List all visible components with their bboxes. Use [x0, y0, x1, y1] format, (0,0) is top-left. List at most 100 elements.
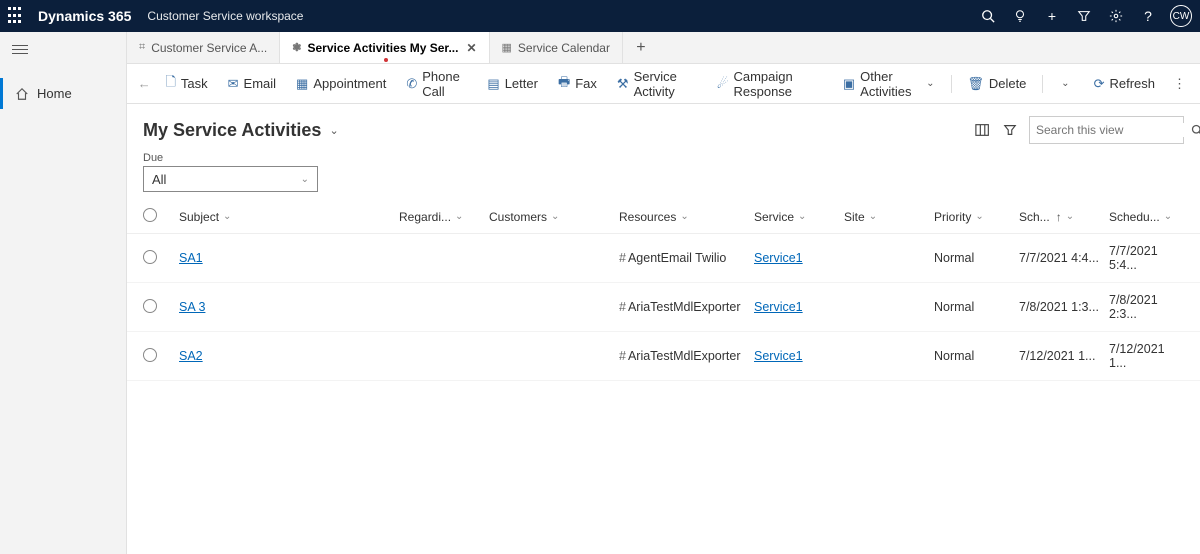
due-select[interactable]: All ⌄ [143, 166, 318, 192]
chevron-down-icon: ⌄ [455, 211, 463, 222]
email-button[interactable]: ✉Email [220, 76, 284, 92]
divider [1042, 75, 1043, 93]
tab-label: Customer Service A... [151, 41, 267, 55]
start-text: 7/8/2021 1:3... [1019, 300, 1099, 314]
tab-customer-service-agent[interactable]: ⌗ Customer Service A... [127, 32, 280, 63]
chevron-down-icon: ⌄ [223, 211, 231, 222]
home-icon [15, 87, 29, 101]
search-icon[interactable] [1191, 124, 1200, 136]
unsaved-indicator [384, 58, 388, 62]
select-all-checkbox[interactable] [143, 208, 157, 222]
sort-asc-icon: ↑ [1056, 210, 1062, 224]
service-link[interactable]: Service1 [754, 300, 803, 314]
resource-text: AriaTestMdlExporter [628, 349, 741, 363]
settings-icon[interactable] [1100, 0, 1132, 32]
user-avatar[interactable]: CW [1170, 5, 1192, 27]
chevron-down-icon: ⌄ [1061, 78, 1069, 89]
chevron-down-icon: ⌄ [1066, 211, 1074, 222]
tab-label: Service Activities My Ser... [307, 41, 458, 55]
column-header-customers[interactable]: Customers⌄ [489, 210, 619, 224]
due-label: Due [143, 152, 1184, 164]
priority-text: Normal [934, 300, 974, 314]
column-header-site[interactable]: Site⌄ [844, 210, 934, 224]
service-link[interactable]: Service1 [754, 349, 803, 363]
chevron-down-icon: ⌄ [1164, 211, 1172, 222]
fax-icon: 🖶 [558, 73, 570, 95]
overflow-button[interactable]: ⋮ [1167, 76, 1192, 92]
priority-text: Normal [934, 349, 974, 363]
column-header-start[interactable]: Sch...↑⌄ [1019, 210, 1109, 224]
table-row[interactable]: SA1 #AgentEmail Twilio Service1 Normal 7… [127, 234, 1200, 283]
hash-icon: # [619, 251, 626, 265]
tab-service-activities[interactable]: ❃ Service Activities My Ser... ✕ [280, 32, 489, 63]
appointment-button[interactable]: ▦Appointment [288, 76, 394, 92]
appointment-icon: ▦ [296, 76, 308, 92]
end-text: 7/7/2021 5:4... [1109, 244, 1158, 272]
letter-button[interactable]: ▤Letter [479, 76, 546, 92]
column-header-end[interactable]: Schedu...⌄ [1109, 210, 1184, 224]
refresh-icon: ⟳ [1094, 76, 1105, 92]
row-select[interactable] [143, 250, 157, 264]
column-header-subject[interactable]: Subject⌄ [179, 210, 399, 224]
hamburger-menu[interactable] [0, 32, 126, 70]
start-text: 7/12/2021 1... [1019, 349, 1095, 363]
search-input-wrapper[interactable] [1029, 116, 1184, 144]
filter-icon[interactable] [1068, 0, 1100, 32]
back-button[interactable]: ← [135, 76, 153, 91]
task-button[interactable]: 🗋Task [157, 73, 215, 95]
table-row[interactable]: SA 3 #AriaTestMdlExporter Service1 Norma… [127, 283, 1200, 332]
edit-columns-icon[interactable] [975, 123, 991, 137]
delete-split-button[interactable]: ⌄ [1051, 78, 1077, 89]
tab-label: Service Calendar [518, 41, 610, 55]
row-select[interactable] [143, 299, 157, 313]
chevron-down-icon: ⌄ [975, 211, 983, 222]
calendar-icon: ▦ [502, 41, 512, 54]
subject-link[interactable]: SA 3 [179, 300, 205, 314]
close-icon[interactable]: ✕ [466, 41, 476, 55]
start-text: 7/7/2021 4:4... [1019, 251, 1099, 265]
column-header-service[interactable]: Service⌄ [754, 210, 844, 224]
column-header-regarding[interactable]: Regardi...⌄ [399, 210, 489, 224]
grid-icon: ⌗ [139, 41, 145, 54]
sidebar-item-label: Home [37, 86, 72, 101]
campaignresponse-button[interactable]: ☄Campaign Response [709, 69, 831, 99]
add-tab-button[interactable]: + [623, 32, 659, 63]
fax-button[interactable]: 🖶Fax [550, 73, 605, 95]
brand-name: Dynamics 365 [38, 8, 131, 24]
filter-icon[interactable] [1003, 123, 1017, 137]
delete-button[interactable]: 🗑Delete [959, 76, 1034, 92]
resource-text: AriaTestMdlExporter [628, 300, 741, 314]
row-select[interactable] [143, 348, 157, 362]
serviceactivity-button[interactable]: ⚒Service Activity [609, 69, 705, 99]
workspace-name: Customer Service workspace [147, 9, 303, 23]
app-launcher-icon[interactable] [8, 7, 26, 25]
add-icon[interactable]: + [1036, 0, 1068, 32]
sidebar-item-home[interactable]: Home [0, 78, 126, 109]
refresh-button[interactable]: ⟳Refresh [1086, 76, 1163, 92]
subject-link[interactable]: SA2 [179, 349, 203, 363]
search-input[interactable] [1036, 123, 1191, 137]
column-header-priority[interactable]: Priority⌄ [934, 210, 1019, 224]
view-selector-chevron[interactable]: ⌄ [329, 124, 338, 137]
task-icon: 🗋 [165, 73, 175, 95]
help-icon[interactable]: ? [1132, 0, 1164, 32]
tab-service-calendar[interactable]: ▦ Service Calendar [490, 32, 623, 63]
phonecall-button[interactable]: ✆Phone Call [398, 69, 475, 99]
end-text: 7/12/2021 1... [1109, 342, 1165, 370]
subject-link[interactable]: SA1 [179, 251, 203, 265]
divider [951, 75, 952, 93]
chevron-down-icon: ⌄ [798, 211, 806, 222]
otheractivities-button[interactable]: ▣Other Activities⌄ [835, 69, 943, 99]
service-link[interactable]: Service1 [754, 251, 803, 265]
search-icon[interactable] [972, 0, 1004, 32]
chevron-down-icon: ⌄ [680, 211, 688, 222]
due-value: All [152, 172, 166, 187]
priority-text: Normal [934, 251, 974, 265]
resource-text: AgentEmail Twilio [628, 251, 726, 265]
chevron-down-icon: ⌄ [301, 174, 309, 185]
table-row[interactable]: SA2 #AriaTestMdlExporter Service1 Normal… [127, 332, 1200, 381]
phone-icon: ✆ [406, 76, 417, 92]
column-header-resources[interactable]: Resources⌄ [619, 210, 754, 224]
lightbulb-icon[interactable] [1004, 0, 1036, 32]
chevron-down-icon: ⌄ [926, 78, 934, 89]
